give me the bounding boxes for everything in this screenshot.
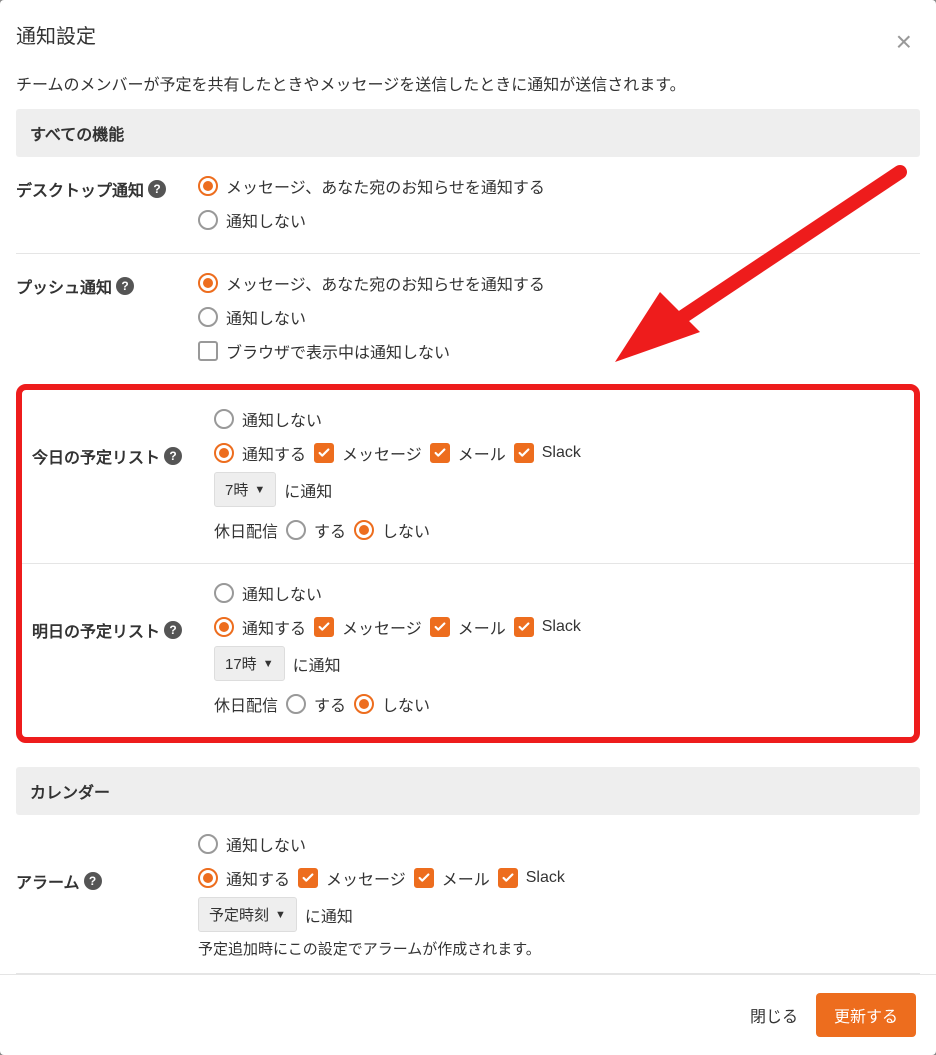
radio-tomorrow-holiday-yes[interactable] xyxy=(286,694,306,714)
checkbox-tomorrow-slack[interactable] xyxy=(514,617,534,637)
radio-today-holiday-no[interactable] xyxy=(354,520,374,540)
today-label: 今日の予定リスト xyxy=(32,444,160,468)
alarm-time-suffix: に通知 xyxy=(305,903,353,927)
push-opt-notify: メッセージ、あなた宛のお知らせを通知する xyxy=(226,271,545,295)
section-header-calendar: カレンダー xyxy=(16,767,920,815)
alarm-chk-slack-label: Slack xyxy=(526,869,565,887)
notification-settings-modal: × 通知設定 チームのメンバーが予定を共有したときやメッセージを送信したときに通… xyxy=(0,0,936,1055)
select-today-time[interactable]: 7時 ▼ xyxy=(214,472,276,507)
checkbox-alarm-slack[interactable] xyxy=(498,868,518,888)
select-tomorrow-time[interactable]: 17時 ▼ xyxy=(214,646,285,681)
today-holiday-yes: する xyxy=(314,518,346,542)
radio-tomorrow-holiday-no[interactable] xyxy=(354,694,374,714)
today-holiday-no: しない xyxy=(382,518,430,542)
push-opt-browser: ブラウザで表示中は通知しない xyxy=(226,339,450,363)
radio-tomorrow-notify[interactable] xyxy=(214,617,234,637)
checkbox-today-mail[interactable] xyxy=(430,443,450,463)
alarm-opt-notify: 通知する xyxy=(226,866,290,890)
alarm-label: アラーム xyxy=(16,869,80,893)
checkbox-today-slack[interactable] xyxy=(514,443,534,463)
close-button[interactable]: 閉じる xyxy=(750,1003,798,1027)
help-icon[interactable]: ? xyxy=(164,447,182,465)
help-icon[interactable]: ? xyxy=(84,872,102,890)
tomorrow-label: 明日の予定リスト xyxy=(32,618,160,642)
push-label: プッシュ通知 xyxy=(16,274,112,298)
today-opt-notify: 通知する xyxy=(242,441,306,465)
tomorrow-opt-notify: 通知する xyxy=(242,615,306,639)
alarm-opt-none: 通知しない xyxy=(226,832,306,856)
today-chk-mail-label: メール xyxy=(458,441,506,465)
close-icon[interactable]: × xyxy=(896,28,912,56)
help-icon[interactable]: ? xyxy=(164,621,182,639)
row-tomorrow-list: 明日の予定リスト ? 通知しない 通知する メッセージ メール xyxy=(22,564,914,737)
alarm-chk-message-label: メッセージ xyxy=(326,866,406,890)
row-alarm: アラーム ? 通知しない 通知する メッセージ メール Slack xyxy=(16,815,920,974)
desktop-label: デスクトップ通知 xyxy=(16,177,144,201)
checkbox-alarm-mail[interactable] xyxy=(414,868,434,888)
modal-description: チームのメンバーが予定を共有したときやメッセージを送信したときに通知が送信されま… xyxy=(16,71,920,95)
alarm-chk-mail-label: メール xyxy=(442,866,490,890)
checkbox-alarm-message[interactable] xyxy=(298,868,318,888)
tomorrow-opt-none: 通知しない xyxy=(242,581,322,605)
modal-title: 通知設定 xyxy=(16,20,920,49)
radio-desktop-none[interactable] xyxy=(198,210,218,230)
help-icon[interactable]: ? xyxy=(116,277,134,295)
highlight-annotation: 今日の予定リスト ? 通知しない 通知する メッセージ メール xyxy=(16,384,920,743)
tomorrow-chk-message-label: メッセージ xyxy=(342,615,422,639)
desktop-opt-none: 通知しない xyxy=(226,208,306,232)
today-opt-none: 通知しない xyxy=(242,407,322,431)
checkbox-push-browser[interactable] xyxy=(198,341,218,361)
row-today-list: 今日の予定リスト ? 通知しない 通知する メッセージ メール xyxy=(22,390,914,564)
checkbox-tomorrow-message[interactable] xyxy=(314,617,334,637)
tomorrow-holiday-no: しない xyxy=(382,692,430,716)
select-today-time-value: 7時 xyxy=(225,479,248,500)
chevron-down-icon: ▼ xyxy=(275,909,286,921)
alarm-note: 予定追加時にこの設定でアラームが作成されます。 xyxy=(198,938,920,959)
checkbox-today-message[interactable] xyxy=(314,443,334,463)
checkbox-tomorrow-mail[interactable] xyxy=(430,617,450,637)
radio-desktop-notify[interactable] xyxy=(198,176,218,196)
radio-today-holiday-yes[interactable] xyxy=(286,520,306,540)
chevron-down-icon: ▼ xyxy=(254,484,265,496)
section-header-all: すべての機能 xyxy=(16,109,920,157)
select-alarm-time-value: 予定時刻 xyxy=(209,904,269,925)
today-holiday-label: 休日配信 xyxy=(214,518,278,542)
today-time-suffix: に通知 xyxy=(284,478,332,502)
desktop-opt-notify: メッセージ、あなた宛のお知らせを通知する xyxy=(226,174,545,198)
chevron-down-icon: ▼ xyxy=(263,658,274,670)
radio-today-none[interactable] xyxy=(214,409,234,429)
tomorrow-chk-mail-label: メール xyxy=(458,615,506,639)
help-icon[interactable]: ? xyxy=(148,180,166,198)
push-opt-none: 通知しない xyxy=(226,305,306,329)
update-button[interactable]: 更新する xyxy=(816,993,916,1037)
row-desktop-notification: デスクトップ通知 ? メッセージ、あなた宛のお知らせを通知する 通知しない xyxy=(16,157,920,254)
radio-alarm-none[interactable] xyxy=(198,834,218,854)
select-alarm-time[interactable]: 予定時刻 ▼ xyxy=(198,897,297,932)
today-chk-slack-label: Slack xyxy=(542,444,581,462)
tomorrow-holiday-yes: する xyxy=(314,692,346,716)
radio-push-notify[interactable] xyxy=(198,273,218,293)
radio-tomorrow-none[interactable] xyxy=(214,583,234,603)
modal-footer: 閉じる 更新する xyxy=(0,974,936,1055)
row-push-notification: プッシュ通知 ? メッセージ、あなた宛のお知らせを通知する 通知しない ブラウザ… xyxy=(16,254,920,384)
tomorrow-chk-slack-label: Slack xyxy=(542,618,581,636)
select-tomorrow-time-value: 17時 xyxy=(225,653,257,674)
radio-alarm-notify[interactable] xyxy=(198,868,218,888)
radio-today-notify[interactable] xyxy=(214,443,234,463)
tomorrow-holiday-label: 休日配信 xyxy=(214,692,278,716)
today-chk-message-label: メッセージ xyxy=(342,441,422,465)
tomorrow-time-suffix: に通知 xyxy=(293,652,341,676)
radio-push-none[interactable] xyxy=(198,307,218,327)
